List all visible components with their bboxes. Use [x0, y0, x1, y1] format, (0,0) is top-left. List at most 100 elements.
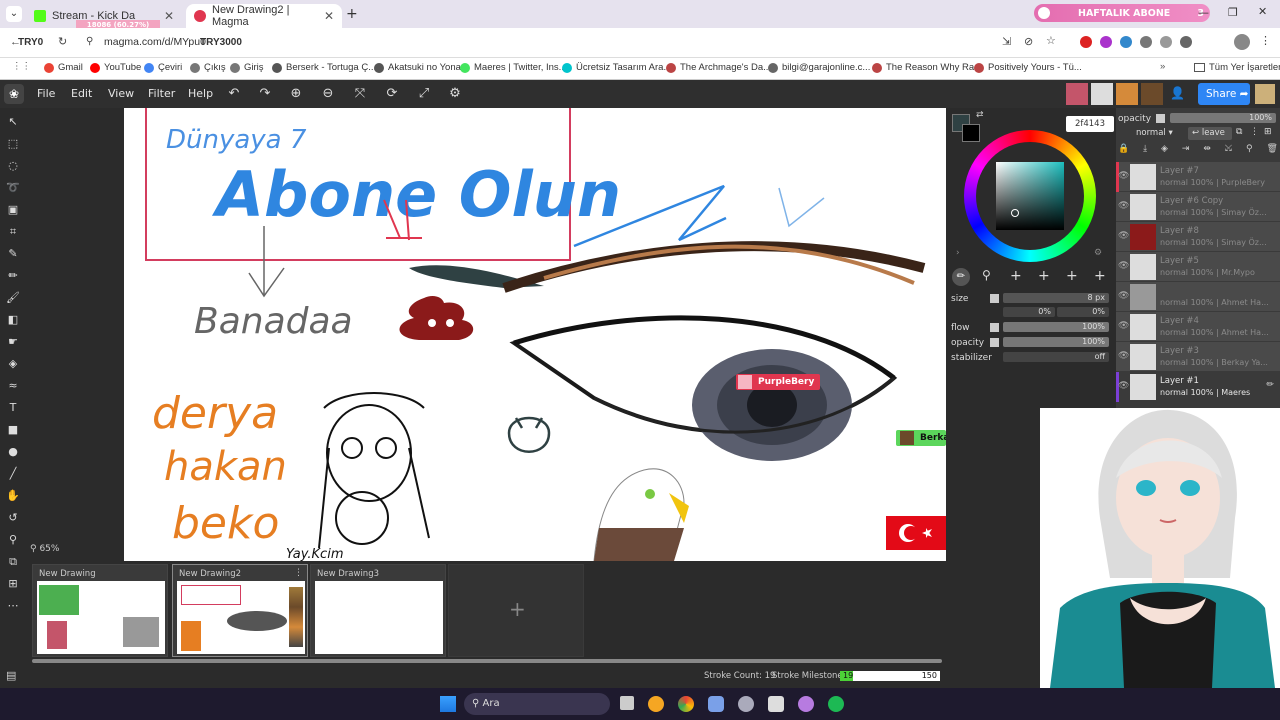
zoom-icon[interactable]: ⚲: [5, 532, 21, 548]
close-icon[interactable]: ✕: [164, 9, 174, 23]
bookmark-giris[interactable]: Giriş: [230, 62, 264, 73]
layer-row[interactable]: 👁 Layer #6 Copy normal 100% | Simay Öz...: [1116, 192, 1280, 222]
rotate-view-icon[interactable]: ↺: [5, 510, 21, 526]
bookmark-positively[interactable]: Positively Yours - Tü...: [974, 62, 1082, 73]
opacity-lock-icon[interactable]: [990, 338, 999, 347]
window-close-icon[interactable]: ✕: [1258, 5, 1267, 18]
eye-icon[interactable]: 👁: [1118, 171, 1129, 181]
rotate-icon[interactable]: ⟳: [384, 86, 400, 102]
taskbar-search[interactable]: ⚲ Ara: [464, 693, 610, 715]
zoom-in-icon[interactable]: ⊕: [288, 86, 304, 102]
menu-help[interactable]: Help: [188, 87, 213, 100]
menu-view[interactable]: View: [108, 87, 134, 100]
size-slider[interactable]: 8 px: [1003, 293, 1109, 303]
bookmark-reason[interactable]: The Reason Why Ra...: [872, 62, 982, 73]
brush-preset-4[interactable]: +: [1094, 268, 1106, 284]
color-wheel[interactable]: [964, 130, 1096, 262]
move-icon[interactable]: ↖: [5, 114, 21, 130]
drawing-canvas[interactable]: Dünyaya 7 Abone Olun Banadaa derya hakan…: [124, 108, 946, 561]
fit-icon[interactable]: ⤧: [352, 86, 368, 102]
undo-icon[interactable]: ↶: [226, 86, 242, 102]
layer-row[interactable]: 👁 normal 100% | Ahmet Ha...: [1116, 282, 1280, 312]
brush-preset-3[interactable]: +: [1066, 268, 1078, 284]
frames-icon[interactable]: ⊞: [5, 576, 21, 592]
pencil-icon[interactable]: ✏: [1266, 380, 1274, 390]
fill-layer-icon[interactable]: ◈: [1161, 144, 1168, 158]
bookmark-maeres[interactable]: Maeres | Twitter, Ins...: [460, 62, 567, 73]
layer-row-selected[interactable]: 👁 Layer #1 normal 100% | Maeres ✏: [1116, 372, 1280, 402]
bookmark-ceviri[interactable]: Çeviri: [144, 62, 182, 73]
layer-row[interactable]: 👁 Layer #7 normal 100% | PurpleBery: [1116, 162, 1280, 192]
brush-icon[interactable]: 🖌: [5, 290, 21, 306]
tab-magma[interactable]: New Drawing2 | Magma ✕: [186, 4, 342, 28]
close-icon[interactable]: ✕: [324, 9, 334, 23]
eye-icon[interactable]: 👁: [1118, 381, 1129, 391]
restore-icon[interactable]: ❐: [1228, 6, 1238, 19]
eye-icon[interactable]: 👁: [1118, 351, 1129, 361]
drawing-thumb-1[interactable]: New Drawing: [32, 564, 168, 657]
profile-avatar[interactable]: [1234, 34, 1250, 50]
eye-icon[interactable]: 👁: [1118, 291, 1129, 301]
kebab-menu-icon[interactable]: ⋮: [1260, 34, 1271, 47]
site-info-icon[interactable]: ⚲: [86, 36, 93, 47]
user-avatars[interactable]: [1066, 83, 1163, 105]
menu-edit[interactable]: Edit: [71, 87, 92, 100]
taskbar-app-icons[interactable]: [648, 696, 844, 712]
rectangle-icon[interactable]: ■: [5, 422, 21, 438]
zoom-out-icon[interactable]: ⊖: [320, 86, 336, 102]
layer-row[interactable]: 👁 Layer #5 normal 100% | Mr.Mypo: [1116, 252, 1280, 282]
layer-add-icon[interactable]: ⊞: [1264, 127, 1272, 137]
redo-icon[interactable]: ↷: [257, 86, 273, 102]
eye-icon[interactable]: 👁: [1118, 321, 1129, 331]
flip-icon[interactable]: ⇹: [1203, 144, 1211, 158]
add-user-icon[interactable]: 👤: [1170, 86, 1185, 100]
secondary-color-swatch[interactable]: [962, 124, 980, 142]
swap-colors-icon[interactable]: ⇄: [976, 110, 984, 120]
bookmark-youtube[interactable]: YouTube: [90, 62, 141, 73]
layers-toggle-icon[interactable]: ⧉: [5, 554, 21, 570]
bookmark-bilgi[interactable]: bilgi@garajonline.c...: [768, 62, 870, 73]
lock-icon[interactable]: 🔒: [1118, 144, 1129, 158]
drawing-thumb-2[interactable]: New Drawing2 ⋮: [172, 564, 308, 657]
bookmark-akatsuki[interactable]: Akatsuki no Yona: [374, 62, 461, 73]
brush-preset-2[interactable]: +: [1038, 268, 1050, 284]
bookmark-cikis[interactable]: Çıkış: [190, 62, 226, 73]
thumbs-scrollbar[interactable]: [32, 659, 942, 663]
panel-toggle-icon[interactable]: ▤: [6, 669, 16, 682]
extension-icons[interactable]: [1080, 36, 1200, 50]
brush-preset-1[interactable]: +: [1010, 268, 1022, 284]
layer-opacity-lock-icon[interactable]: [1156, 114, 1165, 123]
eye-off-icon[interactable]: ⊘: [1024, 35, 1033, 48]
select-rect-icon[interactable]: ⬚: [5, 136, 21, 152]
color-picker-handle[interactable]: [1011, 209, 1019, 217]
select-ellipse-icon[interactable]: ◌: [5, 158, 21, 174]
trash-icon[interactable]: 🗑: [1266, 144, 1277, 158]
saturation-square[interactable]: [996, 162, 1064, 230]
minimize-icon[interactable]: —: [1198, 6, 1209, 19]
url-text[interactable]: magma.com/d/MYpu0: [104, 36, 206, 48]
blend-mode-select[interactable]: normal ▾: [1136, 128, 1173, 138]
fullscreen-icon[interactable]: ⤢: [416, 86, 432, 102]
expand-panel-icon[interactable]: ›: [956, 248, 960, 258]
flow-lock-icon[interactable]: [990, 323, 999, 332]
eye-icon[interactable]: 👁: [1118, 261, 1129, 271]
bookmark-star-icon[interactable]: ☆: [1046, 34, 1056, 47]
eye-icon[interactable]: 👁: [1118, 201, 1129, 211]
min-slider[interactable]: 0%: [1003, 307, 1055, 317]
layer-row[interactable]: 👁 Layer #8 normal 100% | Simay Öz...: [1116, 222, 1280, 252]
layer-copy-icon[interactable]: ⧉: [1236, 127, 1242, 137]
eraser-icon[interactable]: ◧: [5, 312, 21, 328]
lasso-icon[interactable]: ➰: [5, 180, 21, 196]
eye-icon[interactable]: 👁: [1118, 231, 1129, 241]
thumb-menu-icon[interactable]: ⋮: [294, 568, 303, 578]
brush-tool-icon[interactable]: ✏: [952, 268, 970, 286]
search-layer-icon[interactable]: ⚲: [1246, 144, 1253, 158]
stabilizer-slider[interactable]: off: [1003, 352, 1109, 362]
layer-row[interactable]: 👁 Layer #4 normal 100% | Ahmet Ha...: [1116, 312, 1280, 342]
brush-opacity-slider[interactable]: 100%: [1003, 337, 1109, 347]
pencil-icon[interactable]: ✏: [5, 268, 21, 284]
layer-row[interactable]: 👁 Layer #3 normal 100% | Berkay Ya...: [1116, 342, 1280, 372]
share-button[interactable]: Share ➦: [1198, 83, 1250, 105]
task-view-icon[interactable]: [620, 696, 634, 710]
menu-file[interactable]: File: [37, 87, 55, 100]
